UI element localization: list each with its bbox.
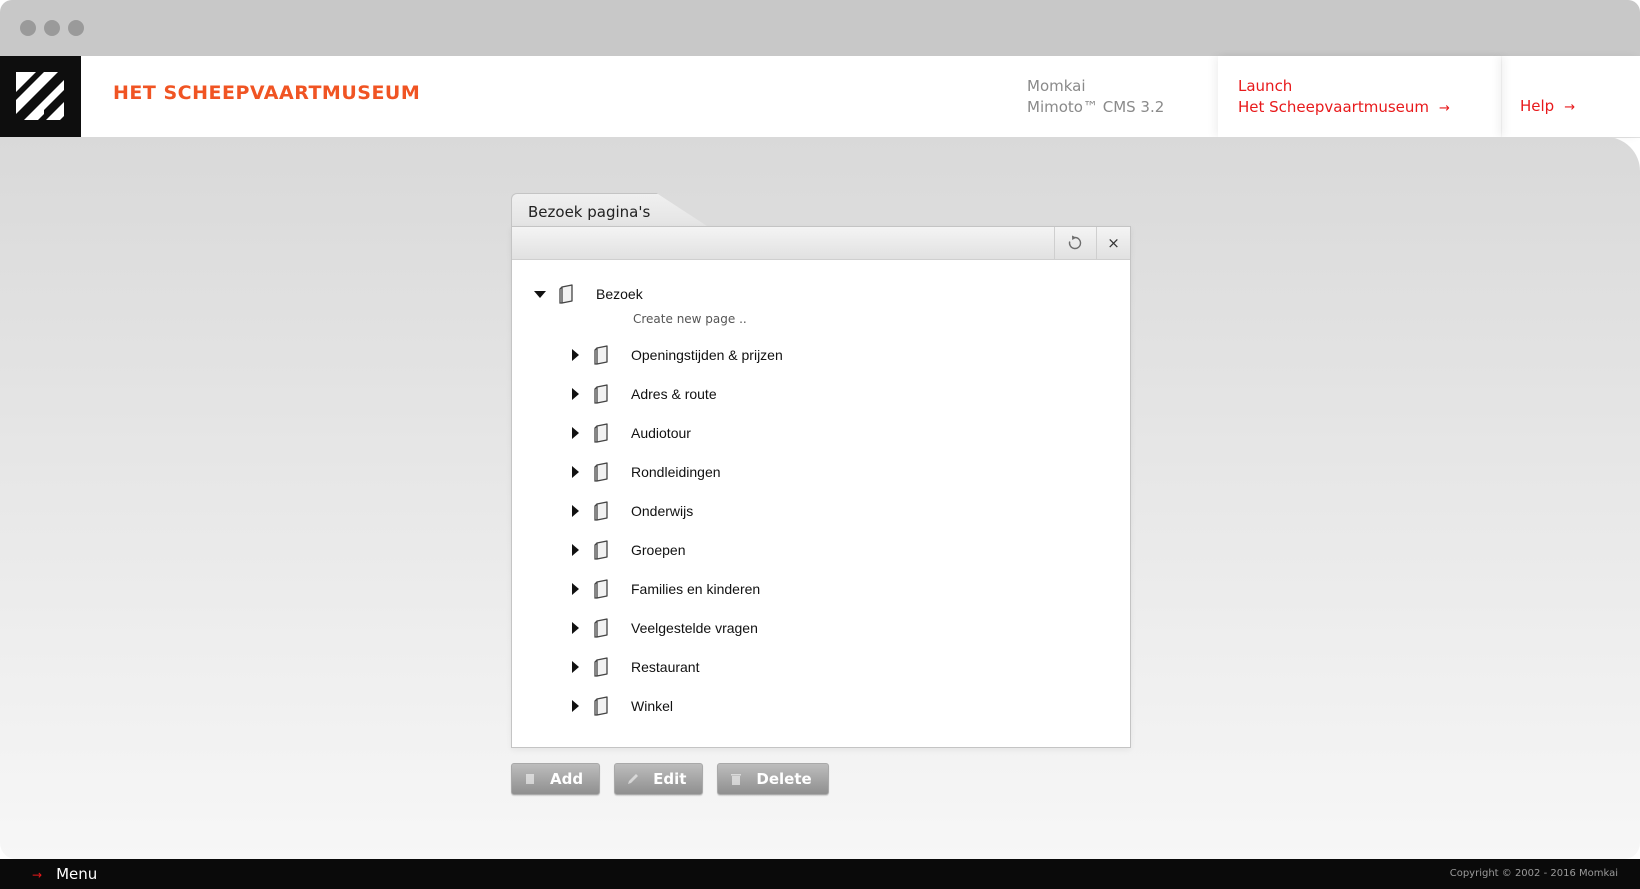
close-icon: × (1107, 234, 1120, 252)
page-icon (559, 284, 573, 304)
launch-line2: Het Scheepvaartmuseum (1238, 98, 1430, 116)
window-dot-maximize[interactable] (68, 20, 84, 36)
page-icon (594, 384, 608, 404)
tree-root-label[interactable]: Bezoek (596, 286, 643, 302)
refresh-button[interactable] (1054, 227, 1095, 259)
panel-toolbar: × (512, 227, 1130, 260)
page-icon (594, 345, 608, 365)
browser-chrome (0, 0, 1640, 56)
tree-item-label[interactable]: Groepen (631, 542, 685, 558)
edit-button[interactable]: Edit (614, 763, 704, 795)
page-icon (594, 696, 608, 716)
panel-tab-title: Bezoek pagina's (528, 203, 651, 221)
arrow-right-icon: → (1439, 101, 1450, 116)
tree-item-label[interactable]: Restaurant (631, 659, 699, 675)
copyright-text: Copyright © 2002 - 2016 Momkai (1449, 868, 1618, 879)
cms-info: Momkai Mimoto™ CMS 3.2 (1027, 76, 1164, 118)
cms-version: Mimoto™ CMS 3.2 (1027, 98, 1165, 116)
trash-icon (731, 774, 742, 785)
add-button[interactable]: Add (511, 763, 601, 795)
tree-item[interactable]: Groepen (572, 538, 685, 562)
page-icon (594, 540, 608, 560)
triangle-right-icon[interactable] (572, 622, 579, 634)
triangle-right-icon[interactable] (572, 349, 579, 361)
cms-vendor: Momkai (1027, 77, 1086, 95)
tree-item[interactable]: Audiotour (572, 421, 691, 445)
tree-item-label[interactable]: Winkel (631, 698, 673, 714)
menu-label: Menu (56, 865, 98, 883)
arrow-right-icon: → (1564, 100, 1576, 115)
triangle-right-icon[interactable] (572, 427, 579, 439)
tree-item-label[interactable]: Onderwijs (631, 503, 693, 519)
close-button[interactable]: × (1096, 227, 1130, 259)
tree-item-label[interactable]: Openingstijden & prijzen (631, 347, 783, 363)
tree-item[interactable]: Openingstijden & prijzen (572, 343, 783, 367)
delete-button[interactable]: Delete (717, 763, 829, 795)
pencil-icon (628, 774, 639, 784)
triangle-right-icon[interactable] (572, 544, 579, 556)
triangle-right-icon[interactable] (572, 700, 579, 712)
tree-root-row[interactable]: Bezoek (534, 282, 643, 306)
help-label: Help (1520, 97, 1555, 115)
arrow-right-icon: → (32, 868, 43, 882)
page-icon (594, 657, 608, 677)
tree-item-label[interactable]: Families en kinderen (631, 581, 760, 597)
tree-item-label[interactable]: Audiotour (631, 425, 691, 441)
page-icon (594, 462, 608, 482)
triangle-right-icon[interactable] (572, 388, 579, 400)
page-icon (594, 501, 608, 521)
tree-item[interactable]: Veelgestelde vragen (572, 616, 758, 640)
action-bar: Add Edit Delete (511, 763, 843, 795)
launch-panel: Launch Het Scheepvaartmuseum → (1218, 56, 1501, 137)
create-new-page-link[interactable]: Create new page .. (633, 312, 747, 326)
refresh-icon (1068, 235, 1082, 250)
menu-button[interactable]: → Menu (32, 865, 97, 883)
page-tree-panel: × Bezoek Create new page .. Openingstijd… (511, 226, 1131, 748)
window-dot-minimize[interactable] (44, 20, 60, 36)
help-panel: Help → (1502, 56, 1640, 137)
footer-bar: → Menu Copyright © 2002 - 2016 Momkai (0, 859, 1640, 889)
stripes-logo-icon (14, 70, 66, 122)
window-dot-close[interactable] (20, 20, 36, 36)
edit-button-label: Edit (653, 770, 687, 788)
tree-item-label[interactable]: Veelgestelde vragen (631, 620, 758, 636)
page-icon (594, 423, 608, 443)
tree-item[interactable]: Restaurant (572, 655, 699, 679)
tree-item-label[interactable]: Rondleidingen (631, 464, 721, 480)
page-icon (594, 579, 608, 599)
tree-item[interactable]: Onderwijs (572, 499, 693, 523)
tree-item[interactable]: Adres & route (572, 382, 717, 406)
main-area: Bezoek pagina's × Bezoek Create new page… (0, 137, 1640, 859)
triangle-right-icon[interactable] (572, 505, 579, 517)
add-page-icon (526, 774, 534, 784)
triangle-right-icon[interactable] (572, 583, 579, 595)
brand-title: HET SCHEEPVAARTMUSEUM (113, 82, 421, 104)
launch-site-link[interactable]: Launch Het Scheepvaartmuseum → (1238, 76, 1450, 119)
triangle-right-icon[interactable] (572, 466, 579, 478)
tree-item[interactable]: Families en kinderen (572, 577, 760, 601)
logo[interactable] (0, 56, 81, 137)
app-header: HET SCHEEPVAARTMUSEUM Momkai Mimoto™ CMS… (0, 56, 1640, 138)
triangle-down-icon[interactable] (534, 290, 546, 298)
panel-tab: Bezoek pagina's (511, 193, 713, 230)
delete-button-label: Delete (756, 770, 812, 788)
tree-item-label[interactable]: Adres & route (631, 386, 717, 402)
add-button-label: Add (550, 770, 584, 788)
page-icon (594, 618, 608, 638)
tree-item[interactable]: Winkel (572, 694, 673, 718)
help-link[interactable]: Help → (1520, 97, 1575, 115)
triangle-right-icon[interactable] (572, 661, 579, 673)
launch-line1: Launch (1238, 77, 1293, 95)
tree-item[interactable]: Rondleidingen (572, 460, 721, 484)
